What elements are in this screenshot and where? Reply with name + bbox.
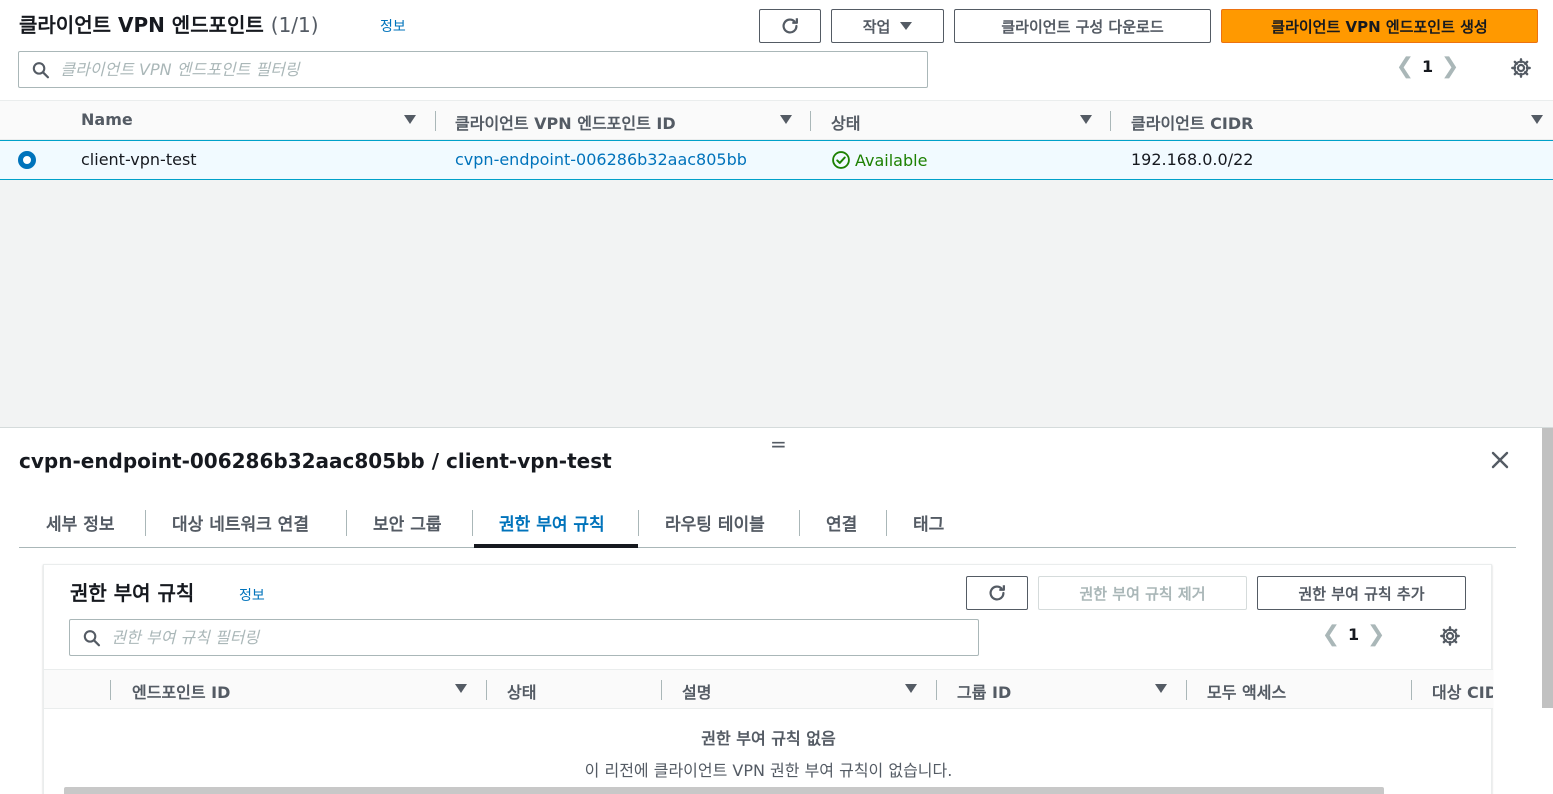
tab-route-table[interactable]: 라우팅 테이블 — [665, 510, 765, 535]
col-client-cidr[interactable]: 클라이언트 CIDR — [1131, 110, 1253, 134]
chevron-left-icon[interactable]: ❮ — [1388, 54, 1422, 79]
tab-divider — [346, 510, 347, 536]
tab-target-networks[interactable]: 대상 네트워크 연결 — [172, 510, 309, 535]
chevron-right-icon[interactable]: ❯ — [1433, 54, 1467, 79]
auth-rules-table-header: 엔드포인트 ID 상태 설명 그룹 ID 모두 액세스 대상 CIDR — [44, 669, 1493, 709]
endpoints-header: 클라이언트 VPN 엔드포인트 (1/1) 정보 작업 클라이언트 구성 다운로… — [0, 0, 1553, 100]
col-status[interactable]: 상태 — [831, 110, 860, 134]
tab-divider — [886, 510, 887, 536]
active-tab-indicator — [474, 544, 638, 548]
col-status[interactable]: 상태 — [507, 679, 536, 703]
auth-rules-search[interactable] — [69, 619, 979, 656]
search-icon — [32, 61, 50, 78]
endpoints-table-header: Name 클라이언트 VPN 엔드포인트 ID 상태 클라이언트 CIDR — [0, 100, 1553, 140]
row-status-text: Available — [855, 150, 928, 170]
col-endpoint-id[interactable]: 엔드포인트 ID — [132, 679, 230, 703]
page-number[interactable]: 1 — [1422, 57, 1433, 76]
row-endpoint-id-link[interactable]: cvpn-endpoint-006286b32aac805bb — [455, 150, 747, 169]
caret-down-icon — [900, 22, 913, 30]
column-divider[interactable] — [661, 680, 662, 700]
create-endpoint-button[interactable]: 클라이언트 VPN 엔드포인트 생성 — [1221, 9, 1538, 43]
check-circle-icon — [832, 151, 850, 169]
sort-caret-icon[interactable] — [1155, 684, 1167, 693]
info-link[interactable]: 정보 — [380, 16, 406, 36]
sort-caret-icon[interactable] — [780, 115, 792, 124]
close-icon[interactable] — [1490, 450, 1510, 470]
refresh-button[interactable] — [759, 9, 821, 43]
row-status: Available — [831, 150, 927, 170]
tab-security-groups[interactable]: 보안 그룹 — [373, 510, 441, 535]
col-endpoint-id[interactable]: 클라이언트 VPN 엔드포인트 ID — [455, 110, 676, 134]
col-destination-cidr[interactable]: 대상 CIDR — [1432, 679, 1493, 703]
col-group-id[interactable]: 그룹 ID — [957, 679, 1011, 703]
settings-gear-icon[interactable] — [1510, 57, 1532, 79]
column-divider[interactable] — [1411, 680, 1412, 700]
add-auth-rule-button[interactable]: 권한 부여 규칙 추가 — [1257, 576, 1466, 610]
tab-divider — [638, 510, 639, 536]
endpoints-panel: 클라이언트 VPN 엔드포인트 (1/1) 정보 작업 클라이언트 구성 다운로… — [0, 0, 1553, 427]
details-title: cvpn-endpoint-006286b32aac805bb / client… — [19, 449, 612, 473]
tab-divider — [799, 510, 800, 536]
column-divider[interactable] — [486, 680, 487, 700]
row-cidr: 192.168.0.0/22 — [1131, 150, 1254, 169]
tab-authorization-rules[interactable]: 권한 부여 규칙 — [499, 510, 605, 535]
chevron-right-icon[interactable]: ❯ — [1359, 622, 1393, 647]
vertical-scrollbar[interactable] — [1542, 428, 1553, 708]
details-tabs: 세부 정보 대상 네트워크 연결 보안 그룹 권한 부여 규칙 라우팅 테이블 … — [19, 498, 1516, 548]
page-title-count: (1/1) — [270, 13, 319, 37]
column-divider[interactable] — [1110, 111, 1111, 131]
auth-rules-info-link[interactable]: 정보 — [239, 585, 265, 605]
tab-connections[interactable]: 연결 — [826, 510, 857, 535]
search-icon — [83, 629, 101, 646]
sort-caret-icon[interactable] — [455, 684, 467, 693]
remove-auth-rule-button[interactable]: 권한 부여 규칙 제거 — [1038, 576, 1247, 610]
row-radio[interactable] — [18, 151, 36, 169]
resize-handle-icon[interactable]: = — [770, 432, 787, 456]
actions-button[interactable]: 작업 — [831, 9, 944, 43]
endpoint-search[interactable] — [18, 51, 928, 88]
tab-divider — [472, 510, 473, 536]
column-divider[interactable] — [936, 680, 937, 700]
details-panel: = cvpn-endpoint-006286b32aac805bb / clie… — [0, 427, 1553, 794]
column-divider[interactable] — [1186, 680, 1187, 700]
download-config-button[interactable]: 클라이언트 구성 다운로드 — [954, 9, 1211, 43]
tab-tags[interactable]: 태그 — [913, 510, 944, 535]
horizontal-scrollbar[interactable] — [64, 787, 1384, 794]
column-divider[interactable] — [110, 680, 111, 700]
auth-refresh-button[interactable] — [966, 576, 1028, 610]
sort-caret-icon[interactable] — [905, 684, 917, 693]
column-divider[interactable] — [810, 111, 811, 131]
sort-caret-icon[interactable] — [404, 115, 416, 124]
auth-rules-title: 권한 부여 규칙 — [70, 581, 195, 605]
chevron-left-icon[interactable]: ❮ — [1314, 622, 1348, 647]
row-name: client-vpn-test — [81, 150, 197, 169]
tab-details[interactable]: 세부 정보 — [46, 510, 114, 535]
sort-caret-icon[interactable] — [1531, 115, 1543, 124]
page-number[interactable]: 1 — [1348, 625, 1359, 644]
authorization-rules-card: 권한 부여 규칙 정보 권한 부여 규칙 제거 권한 부여 규칙 추가 ❮ 1 … — [43, 564, 1493, 794]
page-title: 클라이언트 VPN 엔드포인트 (1/1) — [19, 9, 319, 38]
sort-caret-icon[interactable] — [1080, 115, 1092, 124]
empty-state-message: 이 리전에 클라이언트 VPN 권한 부여 규칙이 없습니다. — [584, 761, 953, 780]
column-divider[interactable] — [435, 111, 436, 131]
table-row[interactable]: client-vpn-test cvpn-endpoint-006286b32a… — [0, 140, 1553, 180]
actions-label: 작업 — [862, 17, 891, 36]
pagination: ❮ 1 ❯ — [1388, 54, 1467, 79]
auth-pagination: ❮ 1 ❯ — [1314, 622, 1393, 647]
refresh-icon — [782, 18, 798, 34]
page-title-text: 클라이언트 VPN 엔드포인트 — [19, 13, 264, 37]
col-name[interactable]: Name — [81, 110, 133, 129]
refresh-icon — [989, 585, 1005, 601]
settings-gear-icon[interactable] — [1439, 625, 1461, 647]
endpoint-search-input[interactable] — [60, 60, 927, 79]
col-description[interactable]: 설명 — [682, 679, 711, 703]
tab-divider — [145, 510, 146, 536]
empty-state-title: 권한 부여 규칙 없음 — [701, 729, 836, 748]
col-all-access[interactable]: 모두 액세스 — [1207, 679, 1286, 703]
auth-rules-search-input[interactable] — [111, 628, 978, 647]
